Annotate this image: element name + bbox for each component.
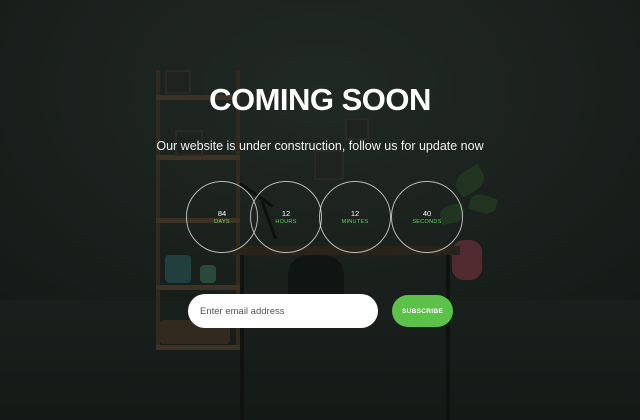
countdown-seconds: 40 SECONDS [391, 181, 463, 253]
countdown-seconds-label: SECONDS [412, 218, 442, 225]
email-input[interactable] [188, 294, 378, 328]
countdown-days: 84 DAYS [186, 181, 258, 253]
countdown-days-label: DAYS [214, 218, 230, 225]
subscribe-button[interactable]: SUBSCRIBE [392, 295, 453, 327]
countdown-hours: 12 HOURS [250, 181, 322, 253]
countdown-days-value: 84 [217, 208, 227, 218]
page-title: COMING SOON [209, 82, 431, 117]
countdown-minutes-value: 12 [350, 208, 360, 218]
countdown-timer: 84 DAYS 12 HOURS 12 MINUTES 40 SECONDS [0, 181, 640, 257]
countdown-hours-value: 12 [281, 208, 291, 218]
countdown-hours-label: HOURS [275, 218, 297, 225]
countdown-minutes: 12 MINUTES [319, 181, 391, 253]
countdown-seconds-value: 40 [422, 208, 432, 218]
countdown-minutes-label: MINUTES [341, 218, 369, 225]
page-subtitle: Our website is under construction, follo… [156, 139, 484, 153]
